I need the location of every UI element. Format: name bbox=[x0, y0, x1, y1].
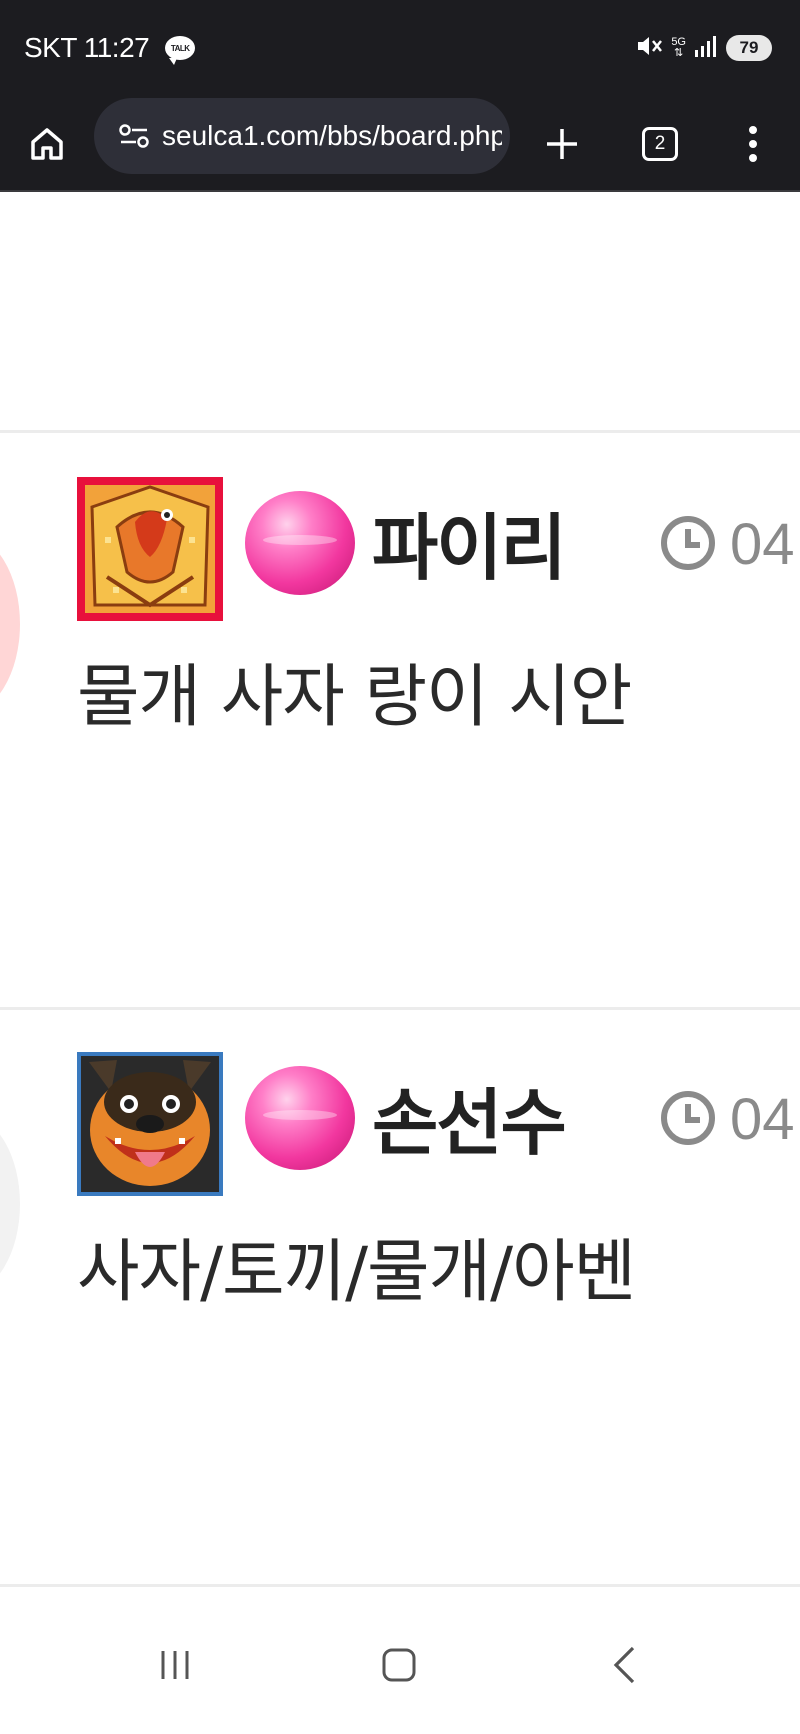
pink-orb-level-icon bbox=[245, 1066, 355, 1170]
dog-pixel-avatar-icon[interactable] bbox=[77, 1052, 223, 1196]
url-text[interactable]: seulca1.com/bbs/board.php bbox=[162, 120, 502, 152]
system-nav-bar bbox=[0, 1594, 800, 1734]
more-vert-icon bbox=[749, 126, 757, 162]
home-icon bbox=[382, 1648, 416, 1682]
status-left: SKT 11:27 TALK bbox=[24, 30, 196, 66]
home-nav-button[interactable] bbox=[359, 1630, 439, 1700]
carrier-time: SKT 11:27 bbox=[24, 32, 150, 63]
fire-pixel-avatar-icon[interactable] bbox=[77, 477, 223, 621]
url-bar[interactable]: seulca1.com/bbs/board.php bbox=[94, 98, 510, 174]
back-button[interactable] bbox=[584, 1630, 664, 1700]
recent-apps-icon bbox=[161, 1651, 189, 1679]
mute-vibrate-icon bbox=[635, 32, 663, 64]
signal-icon bbox=[694, 34, 718, 62]
comment-author[interactable]: 파이리 bbox=[372, 489, 567, 594]
tune-icon bbox=[119, 124, 149, 148]
clock-icon bbox=[660, 1090, 716, 1146]
comment-item: 손선수 04 사자/토끼/물개/아벤 bbox=[0, 1010, 800, 1584]
comment-time: 04 bbox=[730, 512, 795, 577]
recent-apps-button[interactable] bbox=[135, 1630, 215, 1700]
browser-toolbar: seulca1.com/bbs/board.php 2 bbox=[0, 96, 800, 192]
battery-icon: 79 bbox=[726, 35, 772, 61]
comment-list: 파이리 04 물개 사자 랑이 시안 손선수 04 사자/토끼/물개/아벤 bbox=[0, 194, 800, 1594]
new-tab-button[interactable] bbox=[534, 116, 590, 172]
network-label: 5G bbox=[671, 36, 686, 48]
browser-home-button[interactable] bbox=[19, 116, 75, 172]
kakaotalk-notification-icon: TALK bbox=[165, 36, 196, 65]
comment-item: 파이리 04 물개 사자 랑이 시안 bbox=[0, 433, 800, 1007]
network-5g-icon: 5G ⇅ bbox=[671, 36, 686, 59]
status-right: 5G ⇅ 79 bbox=[635, 32, 772, 64]
site-settings-button[interactable] bbox=[106, 98, 162, 174]
browser-menu-button[interactable] bbox=[725, 116, 781, 172]
comment-body: 사자/토끼/물개/아벤 bbox=[77, 1233, 636, 1312]
back-icon bbox=[613, 1646, 635, 1684]
comment-author[interactable]: 손선수 bbox=[372, 1064, 567, 1169]
comment-time: 04 bbox=[730, 1087, 795, 1152]
divider bbox=[0, 1584, 800, 1587]
clock-icon bbox=[660, 515, 716, 571]
plus-icon bbox=[547, 129, 577, 159]
status-bar: SKT 11:27 TALK 5G ⇅ 79 bbox=[0, 0, 800, 96]
tab-count: 2 bbox=[642, 127, 678, 161]
pink-orb-level-icon bbox=[245, 491, 355, 595]
home-icon bbox=[31, 128, 63, 160]
comment-body: 물개 사자 랑이 시안 bbox=[77, 658, 632, 737]
tab-switcher-button[interactable]: 2 bbox=[632, 116, 688, 172]
